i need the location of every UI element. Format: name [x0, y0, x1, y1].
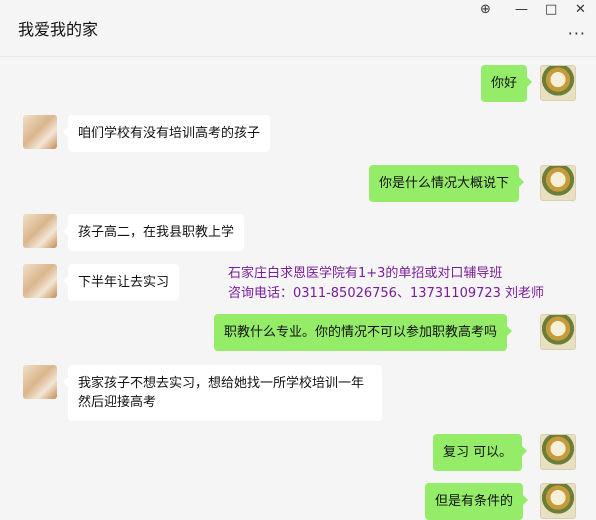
pin-icon[interactable]: ⊕: [480, 2, 491, 17]
contact-avatar[interactable]: [23, 264, 57, 298]
more-options-icon[interactable]: ···: [568, 24, 586, 43]
maximize-button[interactable]: □: [545, 2, 557, 17]
message-bubble[interactable]: 你是什么情况大概说下: [369, 165, 525, 202]
message-bubble[interactable]: 你好: [481, 65, 533, 102]
my-avatar[interactable]: [540, 434, 576, 470]
minimize-button[interactable]: —: [515, 2, 528, 17]
my-avatar[interactable]: [540, 314, 576, 350]
message-bubble[interactable]: 复习 可以。: [433, 434, 528, 471]
contact-avatar[interactable]: [23, 115, 57, 149]
message-bubble[interactable]: 我家孩子不想去实习，想给她找一所学校培训一年然后迎接高考: [63, 365, 382, 421]
chat-area: 你好 咱们学校有没有培训高考的孩子 你是什么情况大概说下 孩子高二，在我县职教上…: [0, 57, 596, 520]
contact-avatar[interactable]: [23, 365, 57, 399]
message-bubble[interactable]: 但是有条件的: [425, 483, 529, 520]
contact-avatar[interactable]: [23, 214, 57, 248]
promo-overlay-text: 石家庄白求恩医学院有1+3的单招或对口辅导班 咨询电话：0311-8502675…: [228, 264, 548, 304]
title-bar: 我爱我的家 ⊕ — □ ✕ ···: [0, 0, 596, 57]
promo-line-1: 石家庄白求恩医学院有1+3的单招或对口辅导班: [228, 266, 503, 281]
message-bubble[interactable]: 咱们学校有没有培训高考的孩子: [62, 115, 271, 152]
my-avatar[interactable]: [540, 65, 576, 101]
promo-line-2: 咨询电话：0311-85026756、13731109723 刘老师: [228, 286, 545, 301]
my-avatar[interactable]: [540, 165, 576, 201]
message-bubble[interactable]: 职教什么专业。你的情况不可以参加职教高考吗: [214, 314, 513, 351]
message-bubble[interactable]: 下半年让去实习: [62, 264, 180, 301]
chat-title: 我爱我的家: [18, 20, 99, 39]
close-button[interactable]: ✕: [575, 2, 586, 17]
message-bubble[interactable]: 孩子高二，在我县职教上学: [62, 214, 245, 251]
my-avatar[interactable]: [540, 483, 576, 519]
